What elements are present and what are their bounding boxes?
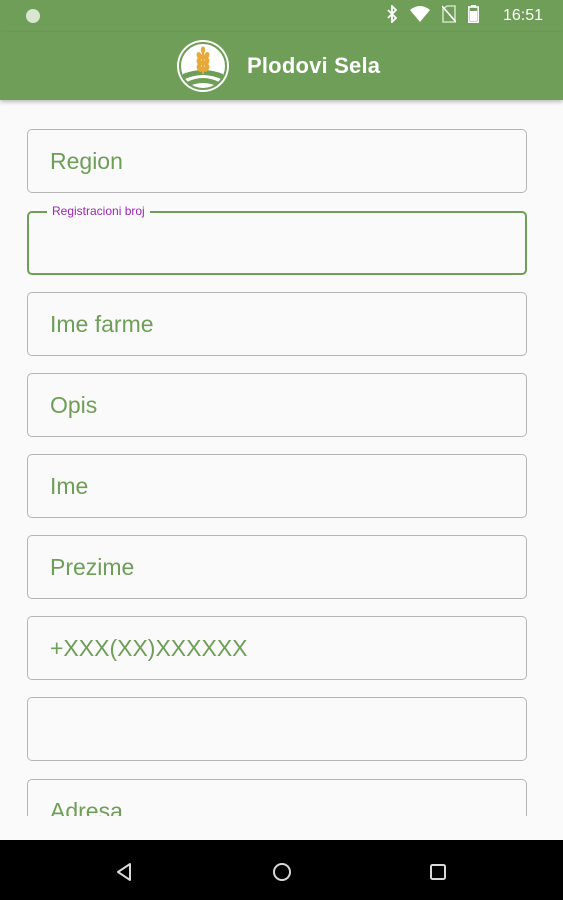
notification-dot-icon	[26, 9, 40, 23]
opis-field-value: Opis	[50, 392, 98, 418]
opis-field[interactable]: Opis	[27, 373, 527, 437]
phone-field[interactable]: +XXX(XX)XXXXXX	[27, 616, 527, 680]
app-title: Plodovi Sela	[247, 53, 381, 78]
bluetooth-icon	[386, 3, 398, 28]
wifi-icon	[410, 5, 430, 27]
app-bar: Plodovi Sela	[0, 32, 563, 100]
back-icon[interactable]	[112, 860, 136, 884]
registracioni-broj-label: Registracioni broj	[47, 204, 150, 218]
region-field[interactable]: Region	[27, 129, 527, 193]
ime-field[interactable]: Ime	[27, 454, 527, 518]
ime-field-value: Ime	[50, 473, 89, 499]
registracioni-broj-field[interactable]: Registracioni broj	[27, 204, 527, 275]
recents-icon[interactable]	[426, 860, 450, 884]
home-icon[interactable]	[270, 860, 294, 884]
no-sim-icon	[441, 4, 457, 28]
prezime-field[interactable]: Prezime	[27, 535, 527, 599]
status-bar: 16:51	[0, 0, 563, 32]
region-field-value: Region	[50, 148, 123, 174]
app-screen: 16:51 Plodovi Sela Region Registracioni …	[0, 0, 563, 900]
registration-form: Region Registracioni broj Ime farme Opis…	[0, 100, 563, 816]
prezime-field-value: Prezime	[50, 554, 135, 580]
adresa-field[interactable]: Adresa	[27, 779, 527, 816]
battery-icon	[468, 4, 479, 28]
ime-farme-field[interactable]: Ime farme	[27, 292, 527, 356]
phone-field-value: +XXX(XX)XXXXXX	[50, 635, 248, 661]
ime-farme-field-value: Ime farme	[50, 311, 154, 337]
status-icons	[386, 3, 479, 28]
empty-field[interactable]	[27, 697, 527, 761]
status-clock: 16:51	[502, 7, 543, 24]
navigation-bar	[0, 840, 563, 900]
wheat-logo-icon	[177, 40, 229, 92]
adresa-field-value: Adresa	[50, 798, 123, 816]
